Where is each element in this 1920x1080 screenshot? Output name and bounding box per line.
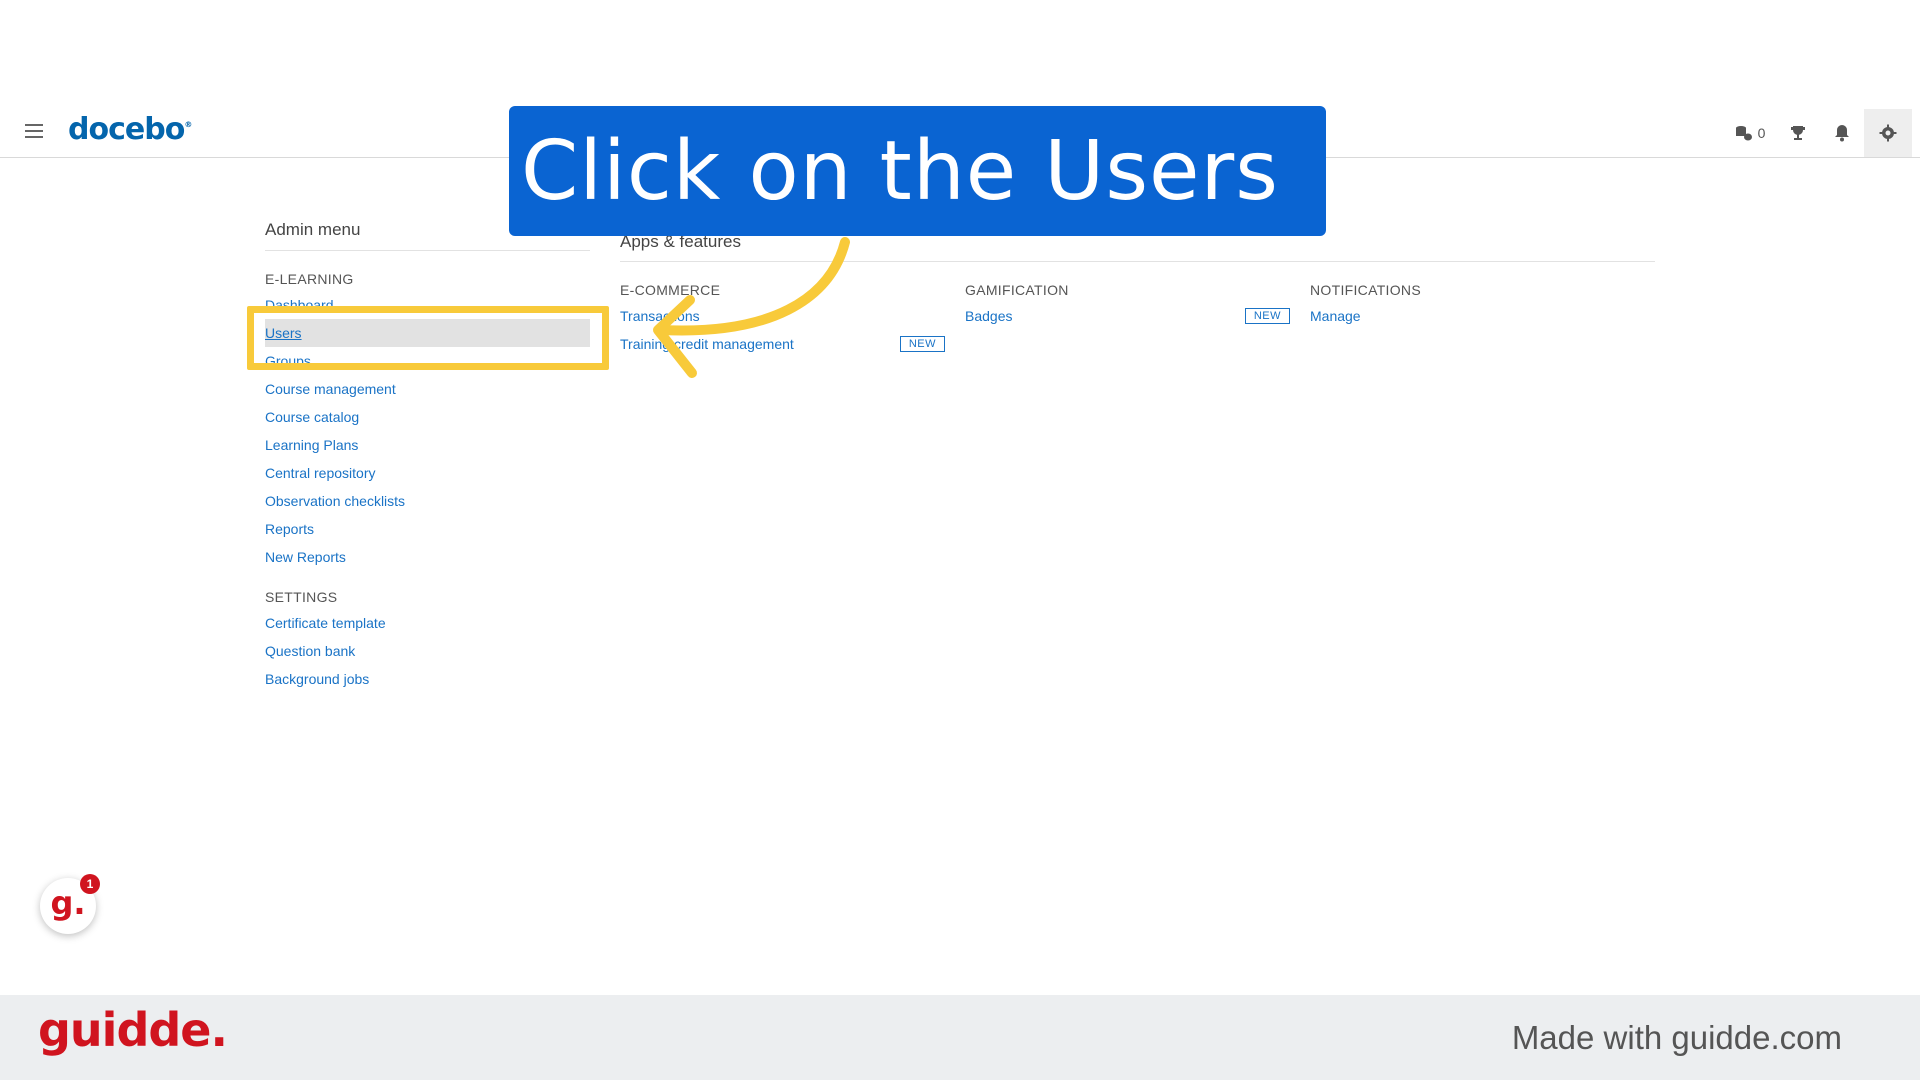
docebo-logo[interactable]: docebo® xyxy=(68,112,192,147)
trophy-button[interactable] xyxy=(1776,108,1820,158)
admin-settings-button[interactable] xyxy=(1864,109,1912,157)
app-row: Manage xyxy=(1310,302,1635,330)
bell-icon xyxy=(1835,125,1849,142)
logo-mark: ® xyxy=(184,120,192,129)
coins-icon xyxy=(1735,126,1752,141)
instruction-text: Click on the Users xyxy=(521,123,1279,219)
guidde-logo: guidde. xyxy=(38,1003,228,1057)
users-highlight-box xyxy=(247,306,609,370)
trophy-icon xyxy=(1791,126,1805,140)
menu-item-course-management[interactable]: Course management xyxy=(265,375,590,403)
menu-item-observation-checklists[interactable]: Observation checklists xyxy=(265,487,590,515)
menu-item-learning-plans[interactable]: Learning Plans xyxy=(265,431,590,459)
elearning-heading: E-LEARNING xyxy=(265,271,354,287)
new-badge: NEW xyxy=(899,336,945,352)
app-link-badges[interactable]: Badges xyxy=(965,308,1012,324)
menu-item-question-bank[interactable]: Question bank xyxy=(265,637,590,665)
menu-item-certificate-template[interactable]: Certificate template xyxy=(265,609,590,637)
header-actions: 0 xyxy=(1724,108,1920,158)
menu-item-background-jobs[interactable]: Background jobs xyxy=(265,665,590,693)
instruction-callout: Click on the Users xyxy=(509,106,1326,236)
guidde-launcher-button[interactable]: g. 1 xyxy=(40,874,100,934)
app-row: Badges NEW xyxy=(965,302,1290,330)
menu-item-course-catalog[interactable]: Course catalog xyxy=(265,403,590,431)
menu-item-new-reports[interactable]: New Reports xyxy=(265,543,590,571)
gear-icon xyxy=(1879,124,1897,142)
menu-item-central-repository[interactable]: Central repository xyxy=(265,459,590,487)
app-link-manage[interactable]: Manage xyxy=(1310,308,1361,324)
pointer-arrow xyxy=(653,237,850,378)
logo-text: docebo xyxy=(68,112,185,147)
gamification-heading: GAMIFICATION xyxy=(965,282,1069,298)
admin-menu: Admin menu E-LEARNING Dashboard Users Gr… xyxy=(265,220,590,693)
menu-item-reports[interactable]: Reports xyxy=(265,515,590,543)
coins-button[interactable]: 0 xyxy=(1724,108,1776,158)
new-badge: NEW xyxy=(1244,308,1290,324)
settings-heading: SETTINGS xyxy=(265,589,338,605)
menu-icon[interactable] xyxy=(25,124,43,138)
notifications-heading: NOTIFICATIONS xyxy=(1310,282,1421,298)
made-with-text: Made with guidde.com xyxy=(1511,1019,1842,1056)
gamification-column: GAMIFICATION Badges NEW xyxy=(965,282,1310,358)
guidde-g-icon: g. xyxy=(50,884,86,922)
notifications-button[interactable] xyxy=(1820,108,1864,158)
guidde-footer: guidde. Made with guidde.com xyxy=(0,995,1920,1080)
notifications-column: NOTIFICATIONS Manage xyxy=(1310,282,1655,358)
coins-count: 0 xyxy=(1757,125,1766,141)
guidde-badge: 1 xyxy=(80,874,100,894)
